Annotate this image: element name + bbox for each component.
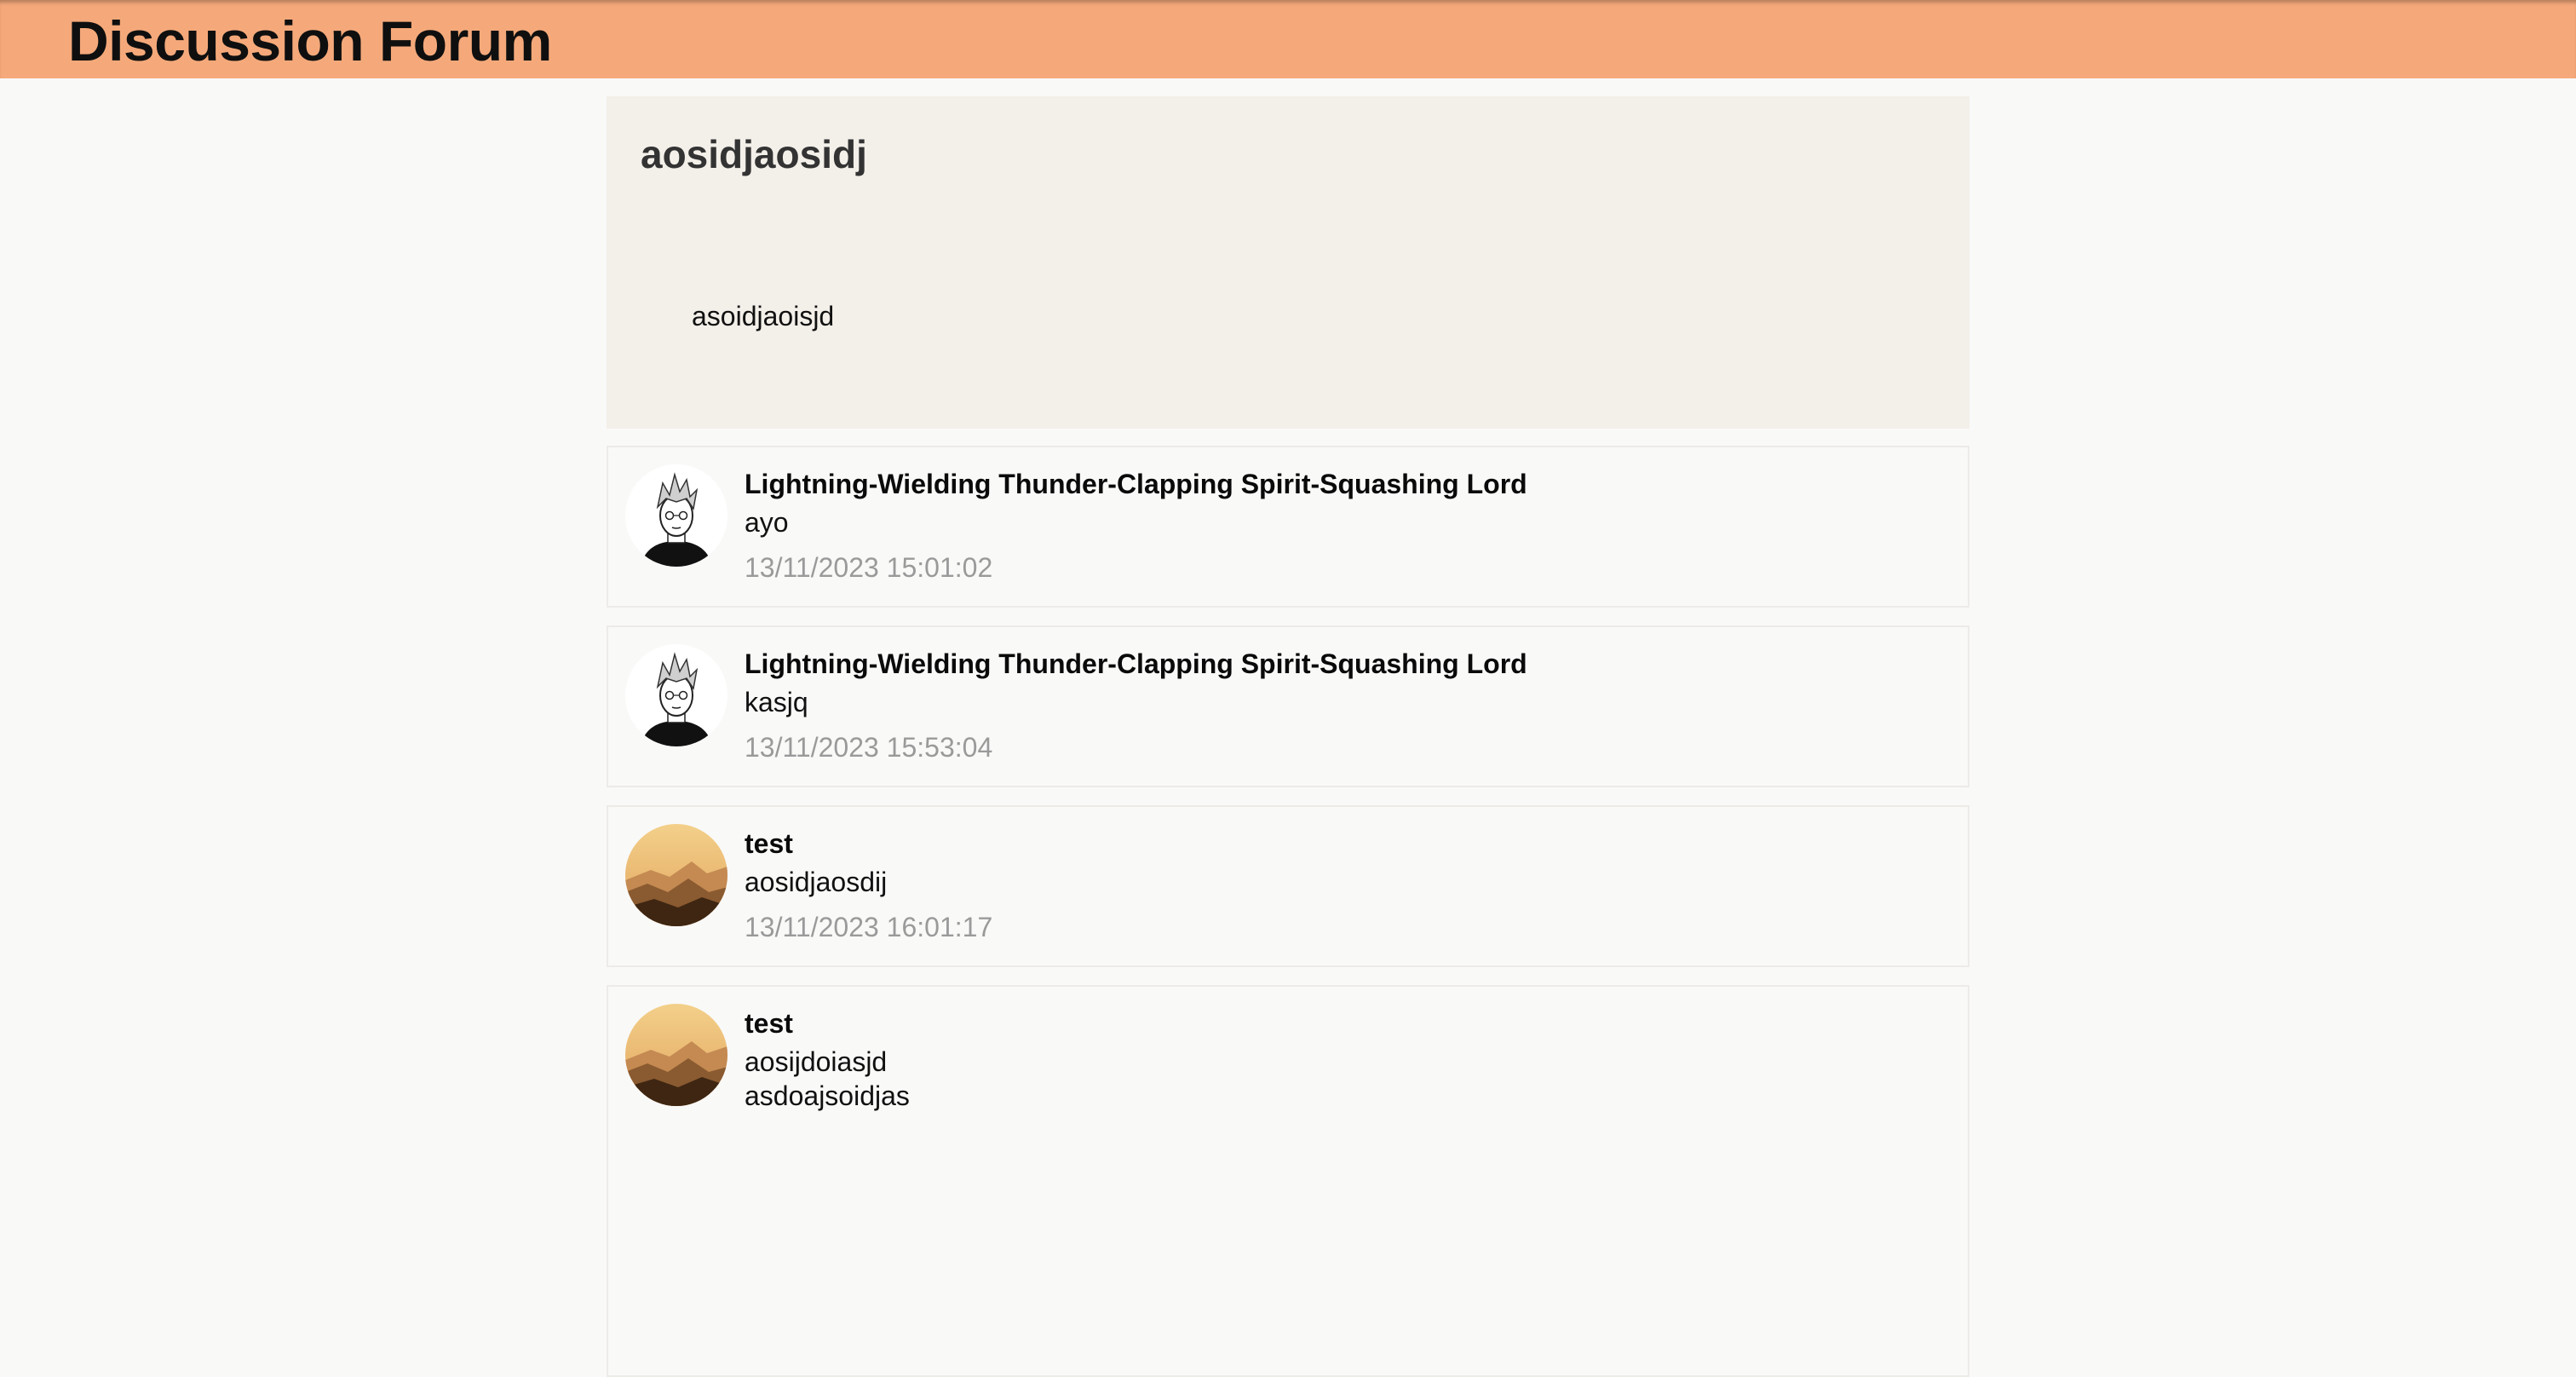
sketch-person-avatar-icon [625, 464, 727, 567]
sketch-person-avatar-icon [625, 644, 727, 746]
user-avatar[interactable] [625, 644, 727, 746]
user-avatar[interactable] [625, 464, 727, 567]
reply-text: aosidjaosdij [745, 867, 888, 897]
reply-item: test aosidjaosdij 13/11/2023 16:01:17 [607, 805, 1969, 967]
thread-card: aosidjaosidj asoidjaoisjd [607, 96, 1969, 429]
reply-text: ayo [745, 507, 789, 538]
app-title: Discussion Forum [68, 9, 552, 72]
reply-item: Lightning-Wielding Thunder-Clapping Spir… [607, 446, 1969, 608]
reply-item: test aosijdoiasjd asdoajsoidjas [607, 985, 1969, 1377]
reply-timestamp: 13/11/2023 15:53:04 [745, 732, 993, 763]
reply-author[interactable]: Lightning-Wielding Thunder-Clapping Spir… [745, 644, 1527, 683]
reply-author[interactable]: Lightning-Wielding Thunder-Clapping Spir… [745, 464, 1527, 504]
reply-author[interactable]: test [745, 1004, 793, 1043]
reply-timestamp: 13/11/2023 15:01:02 [745, 552, 993, 583]
user-avatar[interactable] [625, 1004, 727, 1106]
reply-author[interactable]: test [745, 824, 793, 863]
thread-body: asoidjaoisjd [692, 301, 835, 331]
reply-text: aosijdoiasjd asdoajsoidjas [745, 1046, 910, 1111]
user-avatar[interactable] [625, 824, 727, 926]
desert-mountain-avatar-icon [625, 824, 727, 926]
desert-mountain-avatar-icon [625, 1004, 727, 1106]
reply-timestamp: 13/11/2023 16:01:17 [745, 912, 993, 942]
reply-text: kasjq [745, 687, 808, 717]
reply-item: Lightning-Wielding Thunder-Clapping Spir… [607, 625, 1969, 787]
app-header: Discussion Forum [0, 0, 2576, 78]
thread-title: aosidjaosidj [641, 132, 867, 176]
